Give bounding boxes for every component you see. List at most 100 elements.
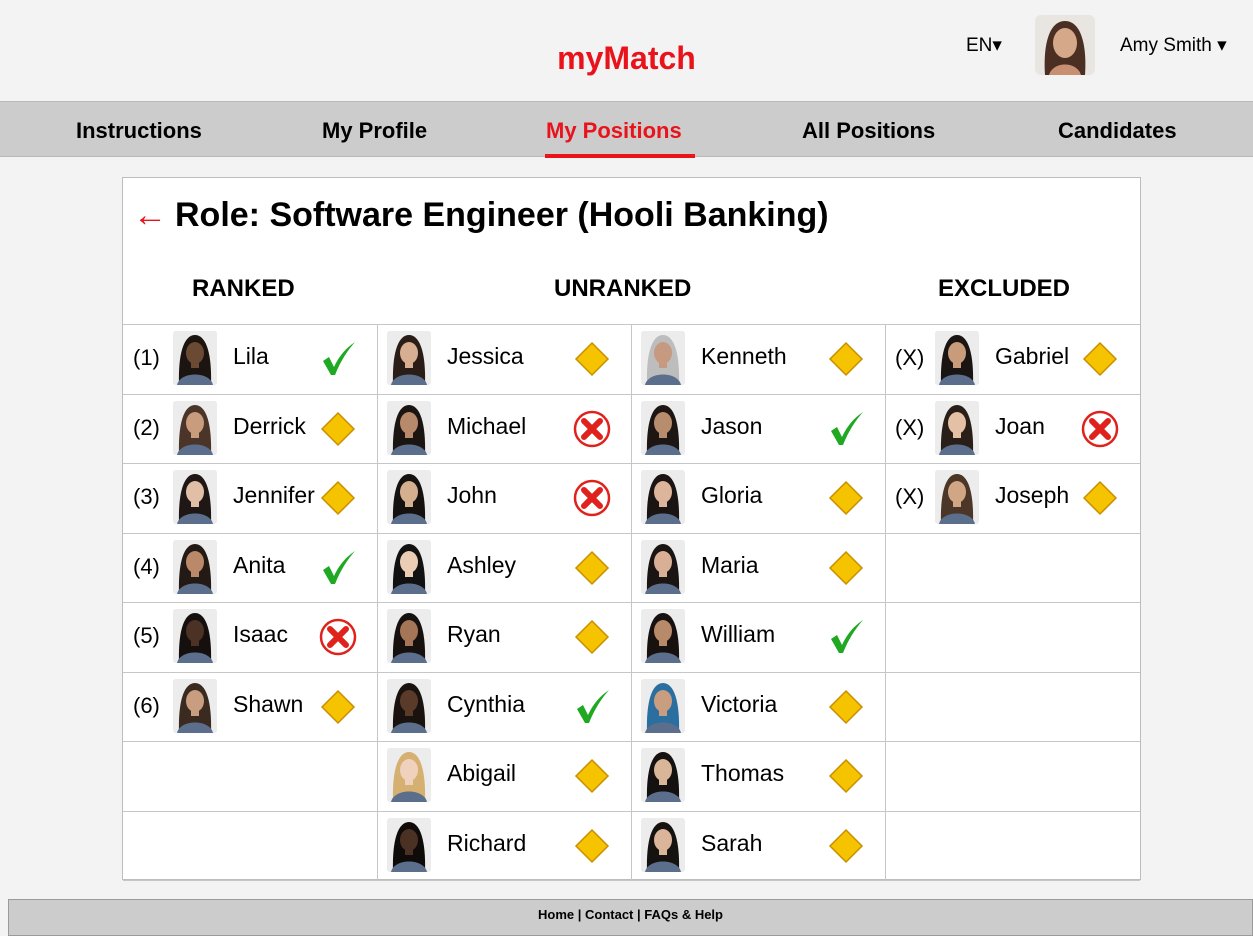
row-divider (123, 254, 1140, 255)
candidate-photo (387, 470, 431, 524)
candidate-cell[interactable]: William (631, 602, 885, 671)
diamond-icon (828, 550, 864, 585)
candidate-cell[interactable]: (3) Jennifer (123, 463, 377, 532)
status-check-button[interactable] (319, 340, 357, 378)
status-diamond-button[interactable] (827, 549, 865, 587)
active-tab-indicator (545, 154, 695, 158)
tab-my-profile[interactable]: My Profile (322, 118, 427, 144)
cross-icon (319, 618, 357, 656)
cross-icon (573, 410, 611, 447)
candidate-cell[interactable]: Gloria (631, 463, 885, 532)
user-avatar[interactable] (1035, 15, 1095, 75)
candidate-cell[interactable]: Abigail (377, 741, 631, 810)
candidate-cell[interactable]: Victoria (631, 672, 885, 741)
candidate-name: Gloria (701, 482, 763, 508)
candidate-cell[interactable]: Ryan (377, 602, 631, 671)
footer-link-faqs-help[interactable]: FAQs & Help (644, 907, 723, 922)
candidate-photo (641, 748, 685, 802)
tab-instructions[interactable]: Instructions (76, 118, 202, 144)
candidate-name: Victoria (701, 690, 778, 717)
diamond-icon (320, 411, 356, 446)
tab-candidates[interactable]: Candidates (1058, 118, 1177, 144)
footer-separator: | (574, 907, 585, 922)
status-diamond-button[interactable] (573, 340, 611, 378)
status-diamond-button[interactable] (1081, 479, 1119, 517)
diamond-icon (828, 480, 864, 516)
rank-label: (6) (133, 692, 160, 718)
candidate-cell[interactable]: (X) Joan (885, 394, 1139, 463)
candidate-cell[interactable]: (1) Lila (123, 324, 377, 393)
status-check-button[interactable] (827, 410, 865, 448)
candidate-cell[interactable]: (4) Anita (123, 533, 377, 602)
candidate-cell[interactable]: John (377, 463, 631, 532)
status-diamond-button[interactable] (827, 688, 865, 726)
status-check-button[interactable] (827, 618, 865, 656)
status-diamond-button[interactable] (319, 479, 357, 517)
status-diamond-button[interactable] (1081, 340, 1119, 378)
candidate-cell[interactable]: Sarah (631, 811, 885, 880)
position-panel: ← Role: Software Engineer (Hooli Banking)… (122, 177, 1141, 881)
status-cross-button[interactable] (1081, 410, 1119, 448)
column-divider (631, 324, 632, 880)
diamond-icon (574, 550, 610, 585)
candidate-name: Gabriel (995, 343, 1070, 369)
status-diamond-button[interactable] (573, 618, 611, 656)
candidate-photo (173, 331, 217, 385)
tab-all-positions[interactable]: All Positions (802, 118, 935, 144)
user-menu[interactable]: Amy Smith ▾ (1120, 34, 1227, 57)
candidate-photo (173, 400, 217, 455)
role-title-text: Role: Software Engineer (Hooli Banking) (175, 196, 829, 234)
diamond-icon (574, 619, 610, 655)
tab-my-positions[interactable]: My Positions (546, 118, 682, 144)
footer-separator: | (633, 907, 645, 922)
footer-link-contact[interactable]: Contact (585, 907, 633, 922)
candidate-name: Sarah (701, 829, 763, 856)
page-title: ← Role: Software Engineer (Hooli Banking) (133, 196, 829, 235)
status-check-button[interactable] (319, 549, 357, 587)
candidate-cell[interactable]: Jason (631, 394, 885, 463)
language-selector[interactable]: EN▾ (966, 34, 1002, 57)
candidate-photo (173, 539, 217, 594)
rank-label: (4) (133, 553, 160, 579)
candidate-cell[interactable]: (2) Derrick (123, 394, 377, 463)
status-diamond-button[interactable] (573, 549, 611, 587)
rank-label: (2) (133, 414, 160, 440)
status-diamond-button[interactable] (573, 827, 611, 865)
status-cross-button[interactable] (573, 479, 611, 517)
candidate-cell[interactable]: (X) Joseph (885, 463, 1139, 532)
candidate-cell[interactable]: Maria (631, 533, 885, 602)
status-diamond-button[interactable] (827, 757, 865, 795)
status-cross-button[interactable] (319, 618, 357, 656)
candidate-cell[interactable]: (5) Isaac (123, 602, 377, 671)
status-check-button[interactable] (573, 688, 611, 726)
status-diamond-button[interactable] (573, 757, 611, 795)
candidate-photo (641, 817, 685, 872)
main-nav: Instructions My Profile My Positions All… (0, 101, 1253, 158)
candidate-cell[interactable]: Ashley (377, 533, 631, 602)
candidate-photo (387, 609, 431, 663)
candidate-cell[interactable]: Cynthia (377, 672, 631, 741)
status-diamond-button[interactable] (827, 340, 865, 378)
status-diamond-button[interactable] (827, 827, 865, 865)
candidate-cell[interactable]: (6) Shawn (123, 672, 377, 741)
rank-label: (X) (895, 414, 925, 440)
footer-link-home[interactable]: Home (538, 907, 574, 922)
back-arrow-icon[interactable]: ← (133, 196, 167, 234)
candidate-cell[interactable]: Richard (377, 811, 631, 880)
candidate-cell[interactable]: (X) Gabriel (885, 324, 1139, 393)
candidate-photo (641, 470, 685, 524)
candidate-name: Joan (995, 412, 1045, 439)
candidate-cell[interactable]: Michael (377, 394, 631, 463)
candidate-cell[interactable]: Thomas (631, 741, 885, 810)
candidate-cell[interactable]: Jessica (377, 324, 631, 393)
check-icon (831, 620, 863, 653)
candidate-name: Derrick (233, 412, 306, 439)
candidate-cell[interactable]: Kenneth (631, 324, 885, 393)
candidate-photo (641, 331, 685, 385)
status-diamond-button[interactable] (319, 410, 357, 448)
status-diamond-button[interactable] (827, 479, 865, 517)
status-diamond-button[interactable] (319, 688, 357, 726)
cross-icon (573, 479, 611, 517)
candidate-photo (641, 400, 685, 455)
status-cross-button[interactable] (573, 410, 611, 448)
